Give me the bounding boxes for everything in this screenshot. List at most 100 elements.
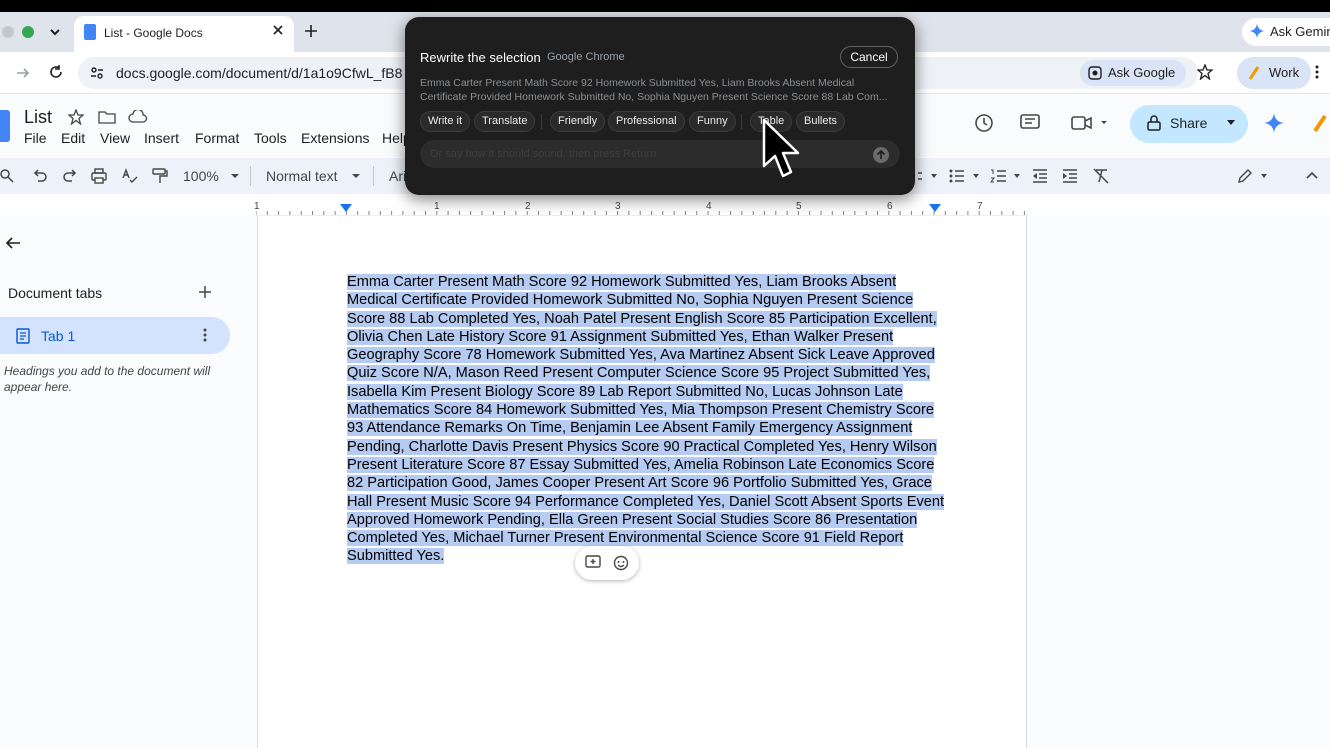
decrease-indent-icon[interactable] bbox=[1032, 169, 1048, 183]
bulleted-list-icon[interactable] bbox=[949, 169, 981, 183]
left-indent-marker[interactable] bbox=[340, 204, 352, 214]
rewrite-preview: Emma Carter Present Math Score 92 Homewo… bbox=[420, 77, 900, 104]
menu-format[interactable]: Format bbox=[195, 130, 239, 146]
zoom-select[interactable]: 100% bbox=[183, 168, 219, 184]
back-arrow-icon[interactable] bbox=[5, 236, 21, 250]
menu-extensions[interactable]: Extensions bbox=[301, 130, 369, 146]
add-tab-icon[interactable] bbox=[199, 286, 211, 298]
chip-friendly[interactable]: Friendly bbox=[550, 111, 606, 132]
add-comment-icon[interactable] bbox=[585, 555, 601, 571]
document-tab-icon bbox=[16, 328, 30, 344]
ruler-number: 2 bbox=[525, 201, 531, 212]
headings-hint: Headings you add to the document will ap… bbox=[4, 364, 211, 394]
mouse-cursor-icon bbox=[762, 118, 804, 182]
window-close-button[interactable] bbox=[2, 26, 14, 38]
docs-favicon-icon bbox=[84, 24, 96, 40]
paint-format-icon[interactable] bbox=[152, 168, 168, 184]
move-folder-icon[interactable] bbox=[98, 110, 116, 124]
menu-insert[interactable]: Insert bbox=[144, 130, 179, 146]
ruler-number: 1 bbox=[434, 201, 440, 212]
tab-close-icon[interactable] bbox=[272, 24, 284, 36]
toolbar-divider bbox=[250, 166, 251, 186]
increase-indent-icon[interactable] bbox=[1062, 169, 1078, 183]
print-icon[interactable] bbox=[91, 168, 107, 184]
tab-1-label: Tab 1 bbox=[41, 328, 76, 344]
undo-icon[interactable] bbox=[32, 169, 48, 183]
gemini-icon[interactable] bbox=[1264, 113, 1284, 133]
ruler-number: 1 bbox=[254, 201, 260, 212]
chip-funny[interactable]: Funny bbox=[689, 111, 736, 132]
chip-divider bbox=[541, 114, 542, 129]
add-emoji-reaction-icon[interactable] bbox=[613, 555, 629, 571]
rewrite-prompt-placeholder: Or say how it should sound, then press R… bbox=[430, 148, 657, 160]
collapse-toolbar-icon[interactable] bbox=[1306, 170, 1318, 180]
floating-comment-bar bbox=[575, 546, 639, 580]
chevron-down-icon bbox=[50, 29, 60, 36]
chip-translate[interactable]: Translate bbox=[474, 111, 536, 132]
share-dropdown-icon[interactable] bbox=[1225, 119, 1237, 127]
tab-options-icon[interactable] bbox=[203, 328, 207, 342]
ruler-number: 7 bbox=[977, 201, 983, 212]
document-body[interactable]: Emma Carter Present Math Score 92 Homewo… bbox=[347, 273, 947, 566]
url-text: docs.google.com/document/d/1a1o9CfwL_fB8 bbox=[116, 65, 403, 81]
document-tabs-heading: Document tabs bbox=[8, 285, 103, 301]
ask-google-label: Ask Google bbox=[1108, 65, 1176, 80]
profile-label: Work bbox=[1269, 65, 1300, 80]
editing-mode-icon[interactable] bbox=[1237, 168, 1269, 184]
document-title[interactable]: List bbox=[24, 107, 52, 128]
style-dropdown-icon[interactable] bbox=[351, 173, 361, 179]
lock-icon bbox=[1147, 115, 1161, 131]
ruler[interactable] bbox=[256, 200, 1028, 216]
meet-icon[interactable] bbox=[1071, 114, 1111, 132]
ask-gemini-label: Ask Gemin bbox=[1270, 24, 1330, 39]
redo-icon[interactable] bbox=[62, 169, 78, 183]
gemini-spark-icon bbox=[1250, 24, 1264, 38]
toolbar-divider bbox=[373, 166, 374, 186]
cancel-button[interactable]: Cancel bbox=[840, 46, 898, 68]
reload-icon[interactable] bbox=[48, 64, 64, 80]
os-menu-strip bbox=[0, 0, 1330, 12]
rewrite-selection-popup bbox=[405, 17, 915, 195]
font-select[interactable]: Ari bbox=[389, 168, 406, 184]
selected-text[interactable]: Emma Carter Present Math Score 92 Homewo… bbox=[347, 274, 945, 565]
checklist-icon[interactable] bbox=[917, 169, 941, 183]
new-tab-icon[interactable] bbox=[304, 24, 318, 38]
right-indent-marker[interactable] bbox=[929, 204, 941, 214]
clear-formatting-icon[interactable] bbox=[1093, 168, 1109, 184]
site-info-icon[interactable] bbox=[89, 65, 105, 81]
preview-line: Certificate Provided Homework Submitted … bbox=[420, 90, 888, 103]
chip-professional[interactable]: Professional bbox=[608, 111, 685, 132]
zoom-dropdown-icon[interactable] bbox=[230, 173, 240, 179]
tab-search-button[interactable] bbox=[44, 23, 66, 41]
menu-tools[interactable]: Tools bbox=[254, 130, 287, 146]
cloud-status-icon[interactable] bbox=[128, 110, 148, 124]
sidebar-item-tab-1[interactable] bbox=[0, 317, 230, 354]
docs-logo-icon[interactable] bbox=[0, 110, 10, 142]
browser-menu-icon[interactable] bbox=[1314, 64, 1320, 80]
version-history-icon[interactable] bbox=[974, 113, 994, 133]
rewrite-title: Rewrite the selection bbox=[420, 50, 541, 65]
chip-write-it[interactable]: Write it bbox=[420, 111, 471, 132]
ruler-ticks bbox=[256, 211, 1028, 216]
rewrite-source: Google Chrome bbox=[547, 51, 625, 63]
menu-edit[interactable]: Edit bbox=[61, 130, 85, 146]
search-icon[interactable] bbox=[0, 169, 14, 183]
arrow-up-icon bbox=[876, 149, 886, 159]
browser-tab-title: List - Google Docs bbox=[104, 26, 203, 40]
bookmark-star-icon[interactable] bbox=[1197, 64, 1213, 80]
window-zoom-button[interactable] bbox=[22, 26, 34, 38]
account-avatar[interactable] bbox=[1310, 113, 1330, 133]
menu-view[interactable]: View bbox=[100, 130, 130, 146]
ruler-number: 6 bbox=[887, 201, 893, 212]
spellcheck-icon[interactable] bbox=[122, 168, 138, 184]
ruler-number: 5 bbox=[796, 201, 802, 212]
paragraph-style-select[interactable]: Normal text bbox=[266, 168, 338, 184]
comments-icon[interactable] bbox=[1020, 114, 1040, 132]
star-icon[interactable] bbox=[68, 109, 84, 125]
numbered-list-icon[interactable] bbox=[990, 169, 1022, 183]
send-button[interactable] bbox=[873, 147, 889, 163]
menu-file[interactable]: File bbox=[24, 130, 47, 146]
share-label: Share bbox=[1170, 115, 1208, 131]
forward-icon[interactable] bbox=[15, 65, 31, 81]
lens-icon bbox=[1088, 66, 1102, 80]
